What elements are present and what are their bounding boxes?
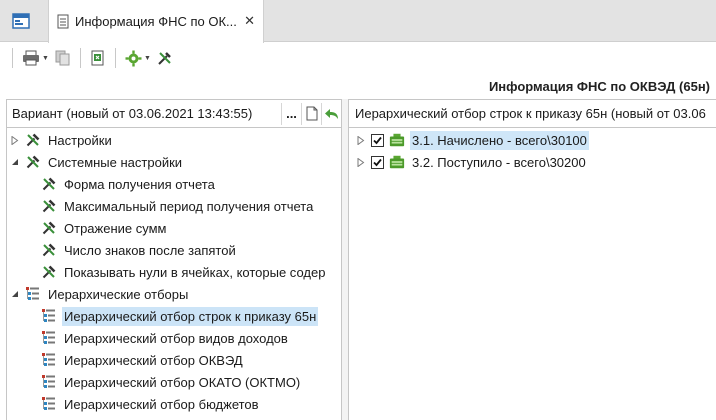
tree-node[interactable]: Иерархические отборы: [7, 283, 341, 305]
back-arrow-icon: [324, 108, 338, 119]
print-icon: [23, 50, 39, 66]
collapsed-arrow-icon[interactable]: [9, 134, 21, 146]
tree-node-label: Иерархический отбор видов доходов: [64, 330, 288, 346]
hierarchy-node-label: 3.1. Начислено - всего\30100: [410, 130, 589, 150]
tools-icon: [41, 242, 57, 258]
page-title: Информация ФНС по ОКВЭД (65н): [488, 78, 710, 94]
tree-node[interactable]: Иерархический отбор ОКВЭД: [7, 349, 341, 371]
tree-node[interactable]: Число знаков после запятой: [7, 239, 341, 261]
tree-node-label: Число знаков после запятой: [64, 242, 236, 258]
tools-icon: [158, 52, 171, 65]
export-icon: [91, 50, 104, 66]
tree-node[interactable]: Форма получения отчета: [7, 173, 341, 195]
hierarchy-icon: [41, 330, 57, 346]
toolbar-divider: [12, 48, 13, 68]
tree-node-label: Форма получения отчета: [64, 176, 215, 192]
folder-green-icon: [389, 132, 405, 148]
hierarchy-node[interactable]: 3.2. Поступило - всего\30200: [349, 151, 716, 173]
hierarchy-icon: [41, 308, 57, 324]
checkbox[interactable]: [371, 155, 384, 169]
tools-icon: [41, 176, 57, 192]
toolbar: ▼ ▼: [0, 43, 716, 73]
settings-tree: Настройки Системные настройки Форма получе…: [7, 129, 341, 415]
tree-node[interactable]: Максимальный период получения отчета: [7, 195, 341, 217]
tree-node-label: Иерархические отборы: [48, 286, 189, 302]
hierarchy-icon: [41, 352, 57, 368]
tools-button[interactable]: [154, 46, 176, 70]
settings-panel: Вариант (новый от 03.06.2021 13:43:55) .…: [6, 99, 342, 420]
tab-fns-info[interactable]: Информация ФНС по ОК... ✕: [48, 0, 264, 43]
collapsed-arrow-icon[interactable]: [355, 156, 367, 168]
tree-node[interactable]: Иерархический отбор строк к приказу 65н: [7, 305, 341, 327]
checkbox[interactable]: [371, 133, 384, 147]
chevron-down-icon[interactable]: ▼: [42, 55, 49, 62]
tree-node-label: Отражение сумм: [64, 220, 167, 236]
variant-back-button[interactable]: [321, 102, 341, 125]
tree-node-label: Иерархический отбор ОКВЭД: [64, 352, 243, 368]
tools-icon: [41, 264, 57, 280]
copy-icon: [55, 50, 70, 66]
tools-icon: [25, 132, 41, 148]
tools-icon: [41, 220, 57, 236]
variant-more-button[interactable]: ...: [281, 102, 301, 125]
hierarchy-icon: [41, 396, 57, 412]
tree-node-label: Настройки: [48, 132, 112, 148]
variant-selector[interactable]: Вариант (новый от 03.06.2021 13:43:55): [7, 106, 281, 121]
print-button[interactable]: ▼: [19, 46, 52, 70]
folder-green-icon: [389, 154, 405, 170]
copy-button[interactable]: [52, 46, 74, 70]
chevron-down-icon[interactable]: ▼: [144, 55, 151, 62]
close-icon[interactable]: ✕: [244, 13, 255, 29]
tree-node[interactable]: Иерархический отбор бюджетов: [7, 393, 341, 415]
tree-node-label: Показывать нули в ячейках, которые содер: [64, 264, 326, 280]
collapsed-arrow-icon[interactable]: [355, 134, 367, 146]
hierarchy-node-label: 3.2. Поступило - всего\30200: [412, 154, 586, 170]
tree-node-label: Иерархический отбор строк к приказу 65н: [62, 306, 319, 326]
home-tab[interactable]: [0, 0, 42, 42]
hierarchy-panel: Иерархический отбор строк к приказу 65н …: [348, 99, 716, 420]
hierarchy-tree: 3.1. Начислено - всего\30100 3.2. Поступи…: [349, 129, 716, 173]
tree-node[interactable]: Системные настройки: [7, 151, 341, 173]
hierarchy-node[interactable]: 3.1. Начислено - всего\30100: [349, 129, 716, 151]
hierarchy-header: Иерархический отбор строк к приказу 65н …: [349, 100, 716, 128]
tree-node[interactable]: Настройки: [7, 129, 341, 151]
tree-node-label: Максимальный период получения отчета: [64, 198, 314, 214]
new-document-icon: [306, 106, 317, 121]
tree-node-label: Системные настройки: [48, 154, 183, 170]
hierarchy-icon: [41, 374, 57, 390]
toolbar-divider: [114, 48, 116, 68]
window-icon: [12, 13, 30, 29]
tree-node-label: Иерархический отбор ОКАТО (ОКТМО): [64, 374, 301, 390]
export-button[interactable]: [87, 46, 109, 70]
tab-strip: Информация ФНС по ОК... ✕: [0, 0, 716, 43]
tree-node[interactable]: Показывать нули в ячейках, которые содер: [7, 261, 341, 283]
hierarchy-icon: [25, 286, 41, 302]
toolbar-divider: [79, 48, 81, 68]
settings-button[interactable]: ▼: [122, 46, 154, 70]
tab-label: Информация ФНС по ОК...: [75, 14, 237, 29]
tools-icon: [25, 154, 41, 170]
tree-node[interactable]: Отражение сумм: [7, 217, 341, 239]
document-icon: [57, 14, 69, 29]
tools-icon: [41, 198, 57, 214]
variant-new-button[interactable]: [301, 102, 321, 125]
more-icon: ...: [286, 106, 297, 121]
settings-gear-icon: [125, 50, 142, 66]
expanded-arrow-icon[interactable]: [9, 156, 21, 168]
variant-bar: Вариант (новый от 03.06.2021 13:43:55) .…: [7, 100, 341, 128]
tree-node[interactable]: Иерархический отбор видов доходов: [7, 327, 341, 349]
expanded-arrow-icon[interactable]: [9, 288, 21, 300]
title-row: Информация ФНС по ОКВЭД (65н): [0, 73, 716, 99]
tree-node-label: Иерархический отбор бюджетов: [64, 396, 259, 412]
tree-node[interactable]: Иерархический отбор ОКАТО (ОКТМО): [7, 371, 341, 393]
